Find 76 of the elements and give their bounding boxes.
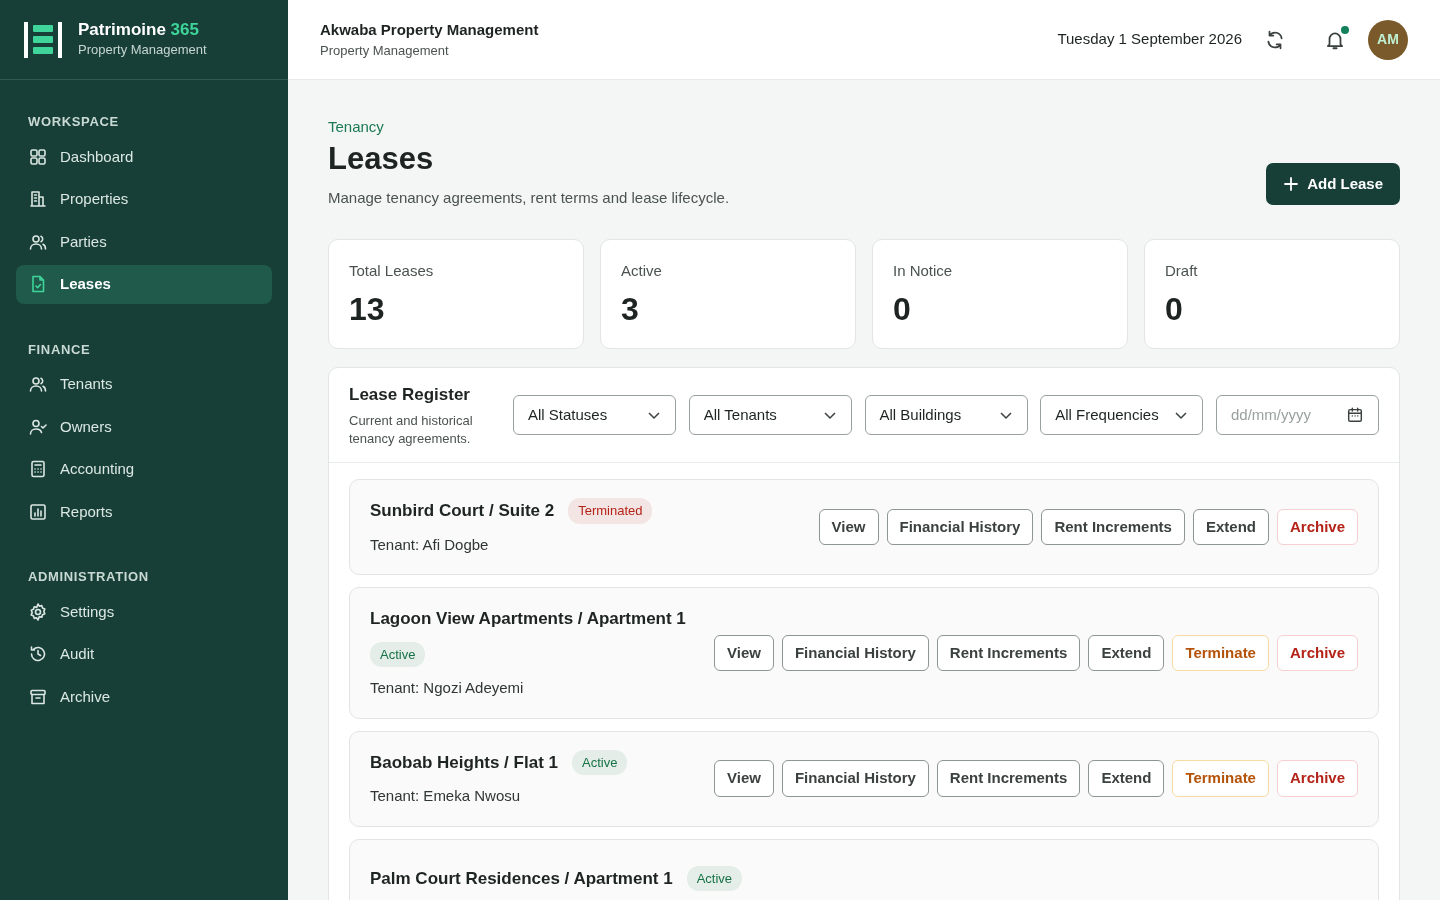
terminate-button[interactable]: Terminate (1172, 634, 1269, 672)
lease-title[interactable]: Baobab Heights / Flat 1 (370, 749, 558, 776)
sidebar-item[interactable]: Dashboard (16, 137, 272, 176)
action-button[interactable]: Rent Increments (936, 760, 1081, 797)
action-button[interactable]: Extend (1088, 760, 1165, 797)
filter-dropdown[interactable]: All Buildings (864, 395, 1028, 436)
archive-button[interactable]: Archive (1276, 508, 1358, 546)
page-title: Leases (328, 139, 435, 178)
tenant-name: Tenant: Afi Dogbe (370, 534, 490, 555)
sidebar-item[interactable]: Reports (16, 492, 272, 531)
action-button[interactable]: Financial History (781, 634, 929, 672)
people-icon (28, 374, 48, 395)
settings-icon (28, 601, 48, 622)
filter-dropdown[interactable]: All Statuses (513, 395, 676, 436)
stat-value: 0 (1165, 289, 1184, 329)
action-button[interactable]: Extend (1088, 634, 1165, 672)
stat-value: 3 (621, 289, 640, 329)
filter-dropdown[interactable]: All Frequencies (1040, 395, 1204, 436)
logo-icon (24, 21, 62, 58)
section-heading: WORKSPACE (27, 113, 120, 131)
sidebar-item[interactable]: Owners (16, 407, 272, 446)
status-badge: Terminated (568, 498, 653, 524)
action-button[interactable]: View (714, 634, 774, 672)
action-button[interactable]: Rent Increments (936, 634, 1081, 672)
lease-title[interactable]: Sunbird Court / Suite 2 (370, 498, 555, 524)
sidebar-item[interactable]: Settings (16, 592, 272, 631)
add-lease-button[interactable]: Add Lease (1266, 162, 1400, 206)
archive-button[interactable]: Archive (1276, 634, 1358, 672)
action-button[interactable]: Financial History (781, 760, 929, 797)
stat-label: Active (621, 261, 663, 282)
lease-title[interactable]: Lagoon View Apartments / Apartment 1 (370, 606, 686, 632)
plus-icon (1283, 176, 1300, 193)
sidebar-item[interactable]: Tenants (16, 365, 272, 404)
sidebar-item[interactable]: Accounting (16, 450, 272, 489)
terminate-button[interactable]: Terminate (1172, 760, 1269, 797)
date-text: Tuesday 1 September 2026 (1057, 29, 1242, 50)
action-button[interactable]: View (714, 760, 774, 797)
user-avatar[interactable]: AM (1368, 19, 1408, 60)
sidebar-item[interactable]: Leases (16, 265, 272, 304)
brand-name: Patrimoine 365 (78, 19, 200, 40)
stat-label: Draft (1165, 261, 1199, 282)
filter-dropdown[interactable]: All Tenants (688, 395, 852, 436)
sidebar-item[interactable]: Properties (16, 180, 272, 219)
stat-label: In Notice (893, 261, 954, 282)
page-description: Manage tenancy agreements, rent terms and lease lifecycle. (328, 187, 730, 208)
stat-label: Total Leases (349, 261, 435, 282)
action-button[interactable]: View (818, 508, 879, 546)
chart-icon (28, 501, 48, 522)
sidebar-item[interactable]: Archive (16, 677, 272, 716)
lease-title[interactable]: Palm Court Residences / Apartment 1 (370, 865, 673, 892)
building-icon (28, 189, 48, 210)
archive-button[interactable]: Archive (1276, 760, 1358, 797)
calculator-icon (28, 459, 48, 480)
brand-subtitle: Property Management (78, 40, 207, 59)
action-button[interactable]: Extend (1192, 508, 1269, 546)
section-heading: ADMINISTRATION (27, 568, 150, 586)
sidebar-item[interactable]: Parties (16, 222, 272, 261)
calendar-icon[interactable] (1346, 406, 1364, 425)
sidebar-item[interactable]: Audit (16, 635, 272, 674)
organization-name: Akwaba Property Management (320, 19, 539, 40)
action-button[interactable]: Rent Increments (1041, 508, 1185, 546)
section-heading: FINANCE (27, 340, 92, 359)
organization-subtitle: Property Management (320, 42, 450, 60)
status-badge: Active (572, 749, 628, 776)
register-subtitle: Current and historical tenancy agreements. (349, 411, 474, 448)
grid-icon (28, 146, 48, 167)
tenant-name: Tenant: Ngozi Adeyemi (370, 678, 525, 699)
register-title: Lease Register (349, 384, 471, 407)
stat-value: 13 (349, 289, 386, 329)
tenant-name: Tenant: Emeka Nwosu (370, 786, 522, 807)
breadcrumb-link[interactable]: Tenancy (328, 116, 730, 139)
status-badge: Active (686, 865, 743, 892)
status-badge: Active (370, 641, 426, 668)
stat-value: 0 (893, 289, 912, 329)
notifications-button[interactable] (1324, 27, 1346, 52)
action-button[interactable]: Financial History (886, 508, 1034, 546)
